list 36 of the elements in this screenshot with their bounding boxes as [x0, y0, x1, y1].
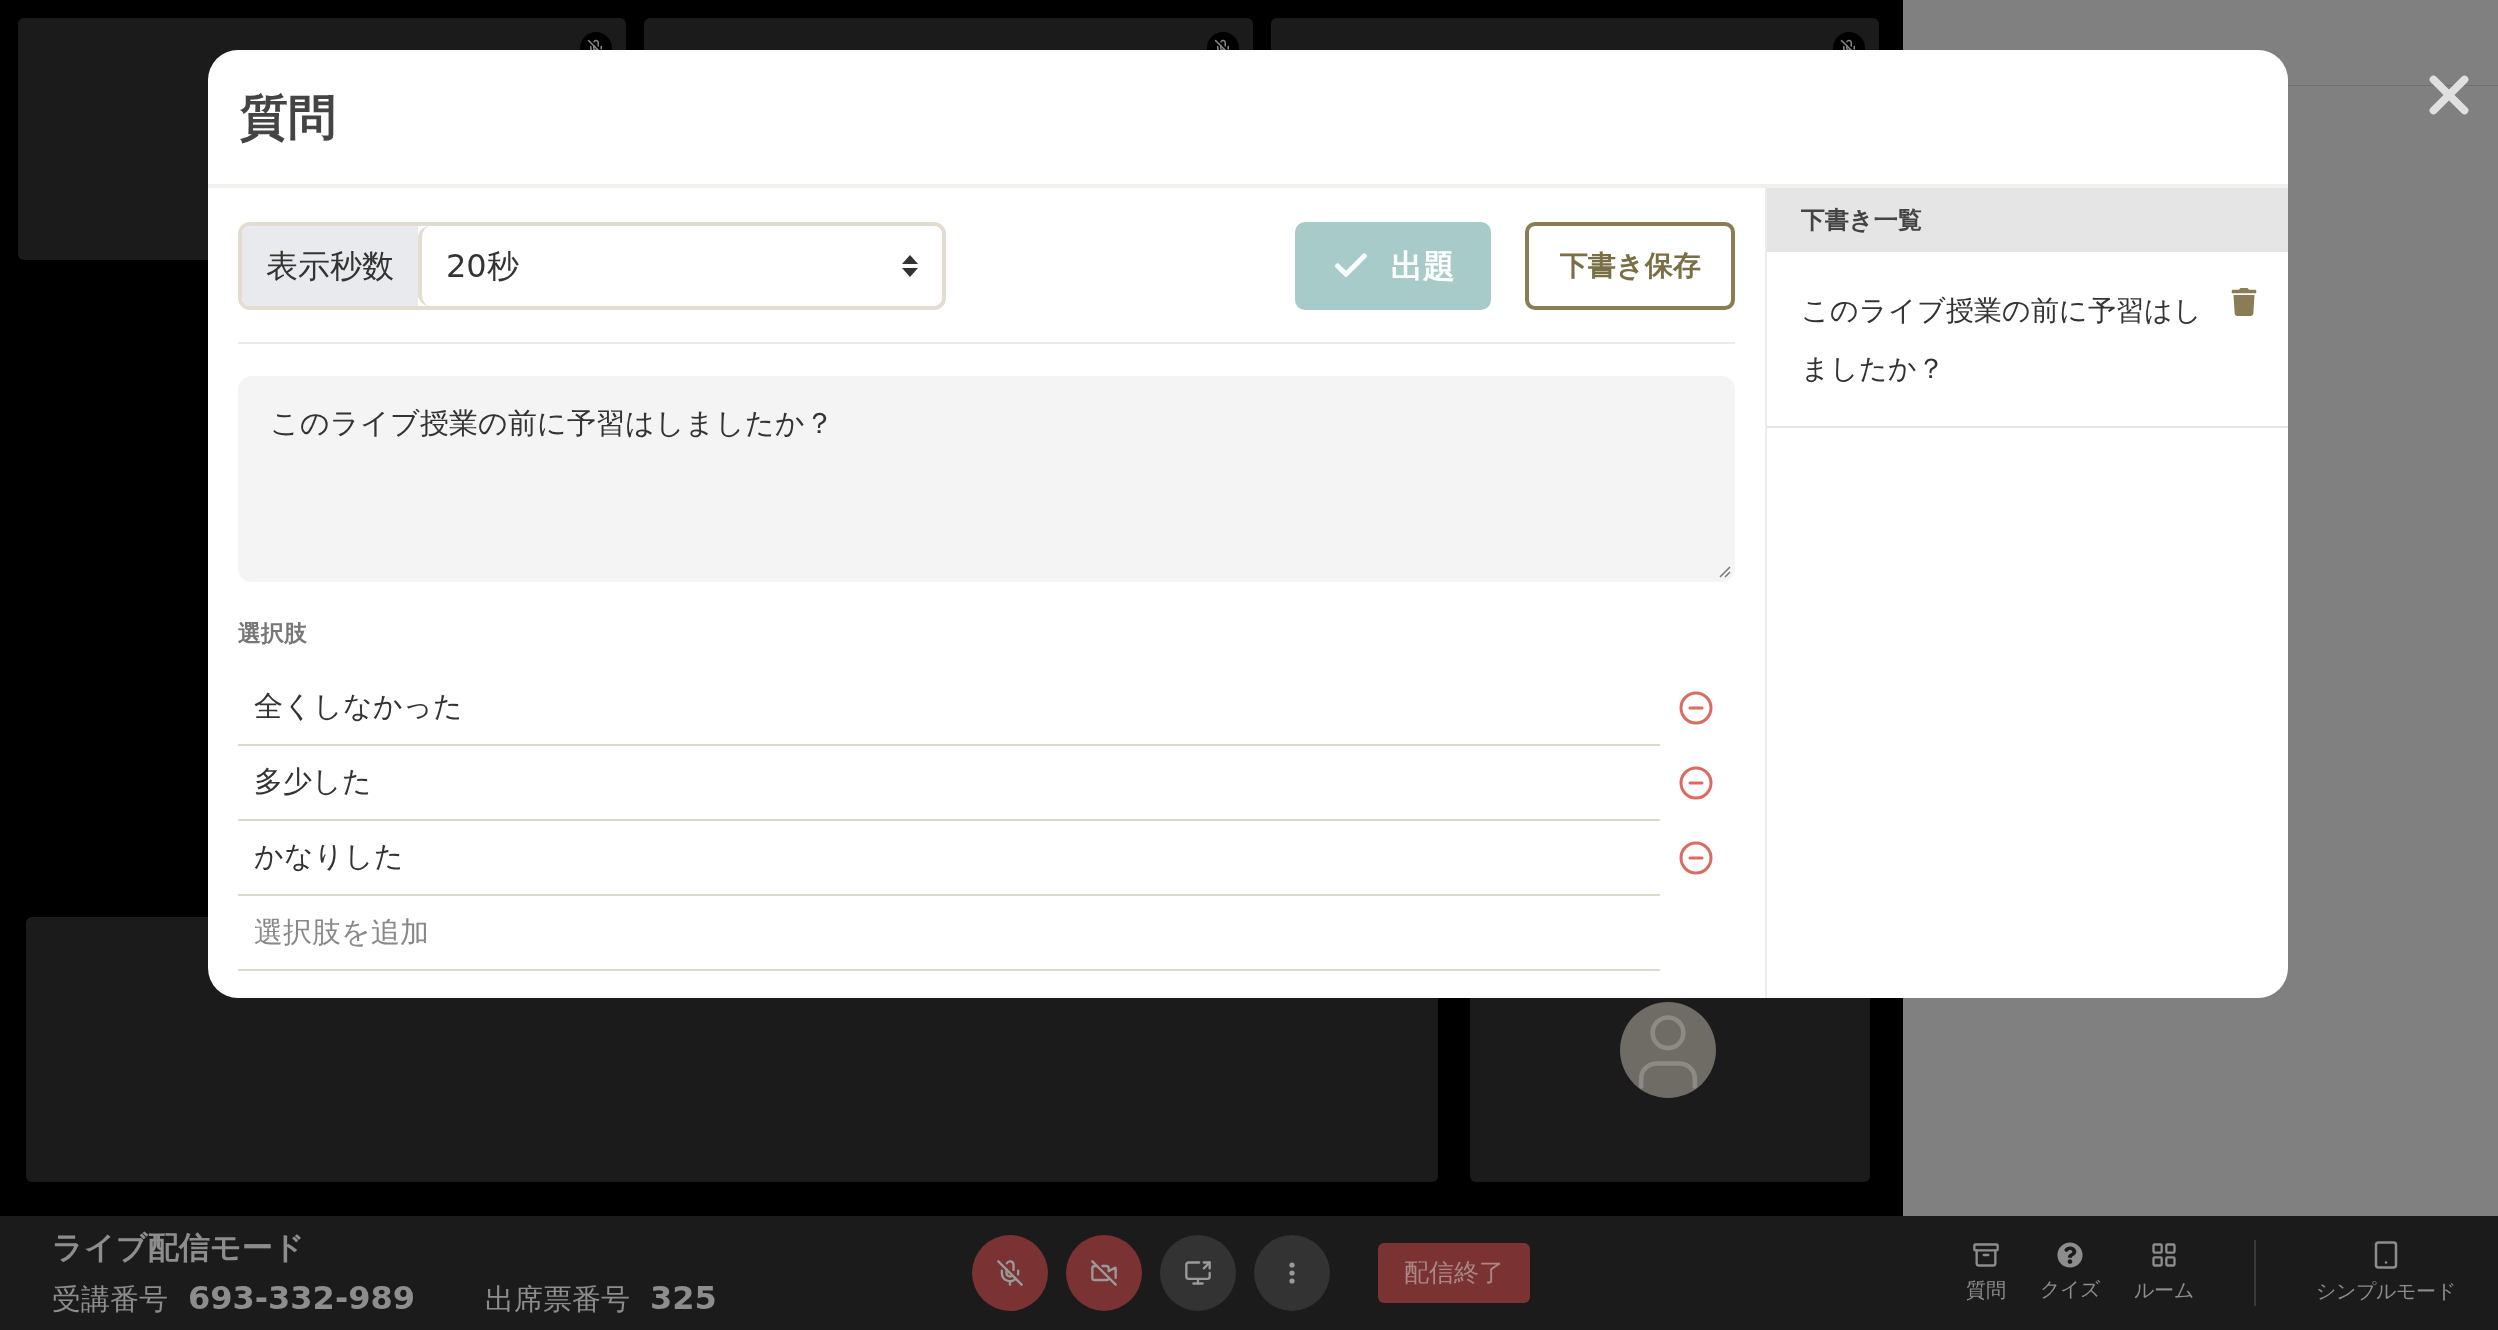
field-label: 出席票番号 — [484, 1281, 630, 1319]
question-field[interactable]: このライブ授業の前に予習はしましたか？ — [238, 376, 1735, 582]
mode-title: ライブ配信モード — [52, 1227, 306, 1267]
drafts-title: 下書き一覧 — [1801, 205, 1922, 236]
remove-icon[interactable] — [1678, 840, 1714, 876]
nav-button[interactable]: クイズ — [2040, 1242, 2100, 1304]
screen-share-icon — [1184, 1259, 1212, 1287]
sort-caret-icon — [902, 255, 918, 277]
nav-button[interactable]: 質問 — [1966, 1241, 2006, 1305]
grid-icon — [2150, 1241, 2178, 1269]
choice-field[interactable]: 多少した — [238, 745, 1660, 821]
mic-off-icon — [996, 1259, 1024, 1287]
remove-icon[interactable] — [1678, 690, 1714, 726]
field-label: 受講番号 — [52, 1281, 168, 1319]
select-label: 表示秒数 — [242, 226, 418, 306]
duration-select[interactable]: 表示秒数 20秒 — [238, 222, 946, 310]
choice-field[interactable]: かなりした — [238, 820, 1660, 896]
nav-button[interactable]: ルーム — [2134, 1241, 2194, 1305]
archive-icon — [1972, 1241, 2000, 1269]
camera-off-icon — [1090, 1259, 1118, 1287]
choice-field[interactable]: 全くしなかった — [238, 670, 1660, 746]
simple-mode-button[interactable]: シンプルモード — [2316, 1240, 2456, 1306]
more-icon — [1289, 1262, 1295, 1284]
select-value: 20秒 — [446, 246, 519, 287]
end-stream-button[interactable]: 配信終了 — [1378, 1243, 1530, 1303]
add-choice-field[interactable]: 選択肢を追加 — [238, 895, 1660, 971]
dialog-title: 質問 — [240, 88, 336, 147]
field-value: 693-332-989 — [188, 1278, 415, 1320]
resize-handle-icon[interactable] — [1717, 564, 1731, 578]
trash-icon[interactable] — [2230, 288, 2258, 316]
remove-icon[interactable] — [1678, 765, 1714, 801]
choices-label: 選択肢 — [238, 619, 308, 648]
field-value: 325 — [649, 1278, 717, 1320]
help-icon — [2057, 1242, 2083, 1268]
save-draft-button[interactable]: 下書き保存 — [1525, 222, 1735, 310]
draft-item[interactable]: このライブ授業の前に予習はしましたか？ — [1801, 282, 2221, 398]
